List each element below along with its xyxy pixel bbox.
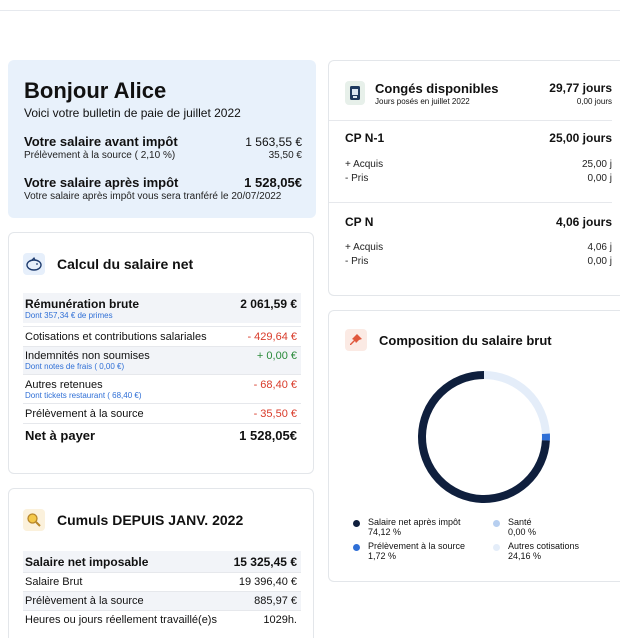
withholding-value: 35,50 € [269,150,302,161]
leave-total: 29,77 jours [549,81,612,95]
withholding-label: Prélèvement à la source ( 2,10 %) [24,150,175,161]
legend-withholding-name: Prélèvement à la source [368,541,465,551]
calendar-icon [345,81,365,105]
legend-item-withholding: Prélèvement à la source1,72 % [353,541,493,561]
composition-card: Composition du salaire brut Salaire net … [328,310,620,582]
gross-label: Rémunération brute [25,297,139,311]
net-calc-title: Calcul du salaire net [57,256,193,272]
cpn1-taken-row: - Pris 0,00 j [345,173,612,184]
transfer-note: Votre salaire après impôt vous sera tran… [24,191,302,202]
cpn1-value: 25,00 jours [549,131,612,145]
taxable-row: Salaire net imposable 15 325,45 € [23,551,301,572]
cpn-taken-value: 0,00 j [588,256,612,267]
net-salary-card: Calcul du salaire net Rémunération brute… [8,232,314,474]
net-withholding-value: - 35,50 € [254,408,297,420]
contrib-row: Cotisations et contributions salariales … [23,327,301,346]
indemn-row: Indemnités non soumises + 0,00 € Dont no… [23,347,301,374]
legend-dot-other [493,544,500,551]
after-tax-label: Votre salaire après impôt [24,175,178,190]
cpn-taken-label: - Pris [345,256,368,267]
cpn-acquired-label: + Acquis [345,242,383,253]
greeting-card: Bonjour Alice Voici votre bulletin de pa… [8,60,316,218]
magnifier-icon [23,509,45,531]
legend-net-pct: 74,12 % [368,527,461,537]
cpn-acquired-row: + Acquis 4,06 j [345,242,612,253]
contrib-value: - 429,64 € [247,331,297,343]
other-label: Autres retenues [25,379,103,391]
other-value: - 68,40 € [254,379,297,391]
legend-net-name: Salaire net après impôt [368,517,461,527]
cpn-row: CP N 4,06 jours [345,215,612,229]
after-tax-value: 1 528,05€ [244,175,302,190]
cpn1-acquired-row: + Acquis 25,00 j [345,159,612,170]
hours-label: Heures ou jours réellement travaillé(e)s [25,614,217,626]
leave-title: Congés disponibles [375,81,549,96]
gross-note: Dont 357,34 € de primes [25,311,297,320]
cpn1-label: CP N-1 [345,131,384,145]
cpn-taken-row: - Pris 0,00 j [345,256,612,267]
cpn-value: 4,06 jours [556,215,612,229]
legend-health-pct: 0,00 % [508,527,536,537]
composition-title: Composition du salaire brut [379,333,552,348]
withholding-row: Prélèvement à la source - 35,50 € [23,404,301,423]
taxable-label: Salaire net imposable [25,555,148,569]
net-pay-label: Net à payer [25,428,95,443]
cumuls-card: Cumuls DEPUIS JANV. 2022 Salaire net imp… [8,488,314,638]
cpn-label: CP N [345,215,373,229]
cpn1-acquired-label: + Acquis [345,159,383,170]
legend-item-health: Santé0,00 % [493,517,603,537]
leave-taken: 0,00 jours [549,97,612,106]
pin-icon [345,329,367,351]
legend-other-pct: 24,16 % [508,551,579,561]
hours-row: Heures ou jours réellement travaillé(e)s… [23,611,301,629]
before-tax-label: Votre salaire avant impôt [24,134,178,149]
net-pay-row: Net à payer 1 528,05€ [23,424,301,446]
top-bar [0,0,620,11]
cumuls-title: Cumuls DEPUIS JANV. 2022 [57,512,243,528]
cumul-gross-value: 19 396,40 € [239,576,297,588]
cpn-acquired-value: 4,06 j [588,242,612,253]
gross-value: 2 061,59 € [240,297,297,311]
legend-item-net: Salaire net après impôt74,12 % [353,517,493,537]
leave-card: Congés disponibles Jours posés en juille… [328,60,620,296]
legend-health-name: Santé [508,517,536,527]
before-tax-value: 1 563,55 € [245,135,302,149]
cumul-gross-row: Salaire Brut 19 396,40 € [23,573,301,591]
donut-slice-other [484,375,546,434]
legend-dot-withholding [353,544,360,551]
greeting-title: Bonjour Alice [24,78,302,104]
cumul-gross-label: Salaire Brut [25,576,82,588]
legend-item-other: Autres cotisations24,16 % [493,541,603,561]
cpn1-acquired-value: 25,00 j [582,159,612,170]
legend-dot-net [353,520,360,527]
gross-row: Rémunération brute 2 061,59 € Dont 357,3… [23,293,301,323]
cumul-withholding-label: Prélèvement à la source [25,595,144,607]
cpn1-taken-label: - Pris [345,173,368,184]
piggy-bank-icon [23,253,45,275]
indemn-label: Indemnités non soumises [25,350,150,362]
cpn1-row: CP N-1 25,00 jours [345,131,612,145]
legend-dot-health [493,520,500,527]
composition-donut-chart [414,367,554,507]
taxable-value: 15 325,45 € [234,555,297,569]
indemn-note: Dont notes de frais ( 0,00 €) [25,362,297,371]
legend-withholding-pct: 1,72 % [368,551,465,561]
legend-other-name: Autres cotisations [508,541,579,551]
net-withholding-label: Prélèvement à la source [25,408,144,420]
other-row: Autres retenues - 68,40 € Dont tickets r… [23,375,301,403]
cumul-withholding-value: 885,97 € [254,595,297,607]
leave-subtitle: Jours posés en juillet 2022 [375,97,549,106]
hours-value: 1029h. [263,614,297,626]
contrib-label: Cotisations et contributions salariales [25,331,207,343]
cumul-withholding-row: Prélèvement à la source 885,97 € [23,592,301,610]
net-pay-value: 1 528,05€ [239,428,297,443]
greeting-subtitle: Voici votre bulletin de paie de juillet … [24,106,302,120]
other-note: Dont tickets restaurant ( 68,40 €) [25,391,297,400]
cpn1-taken-value: 0,00 j [588,173,612,184]
indemn-value: + 0,00 € [257,350,297,362]
